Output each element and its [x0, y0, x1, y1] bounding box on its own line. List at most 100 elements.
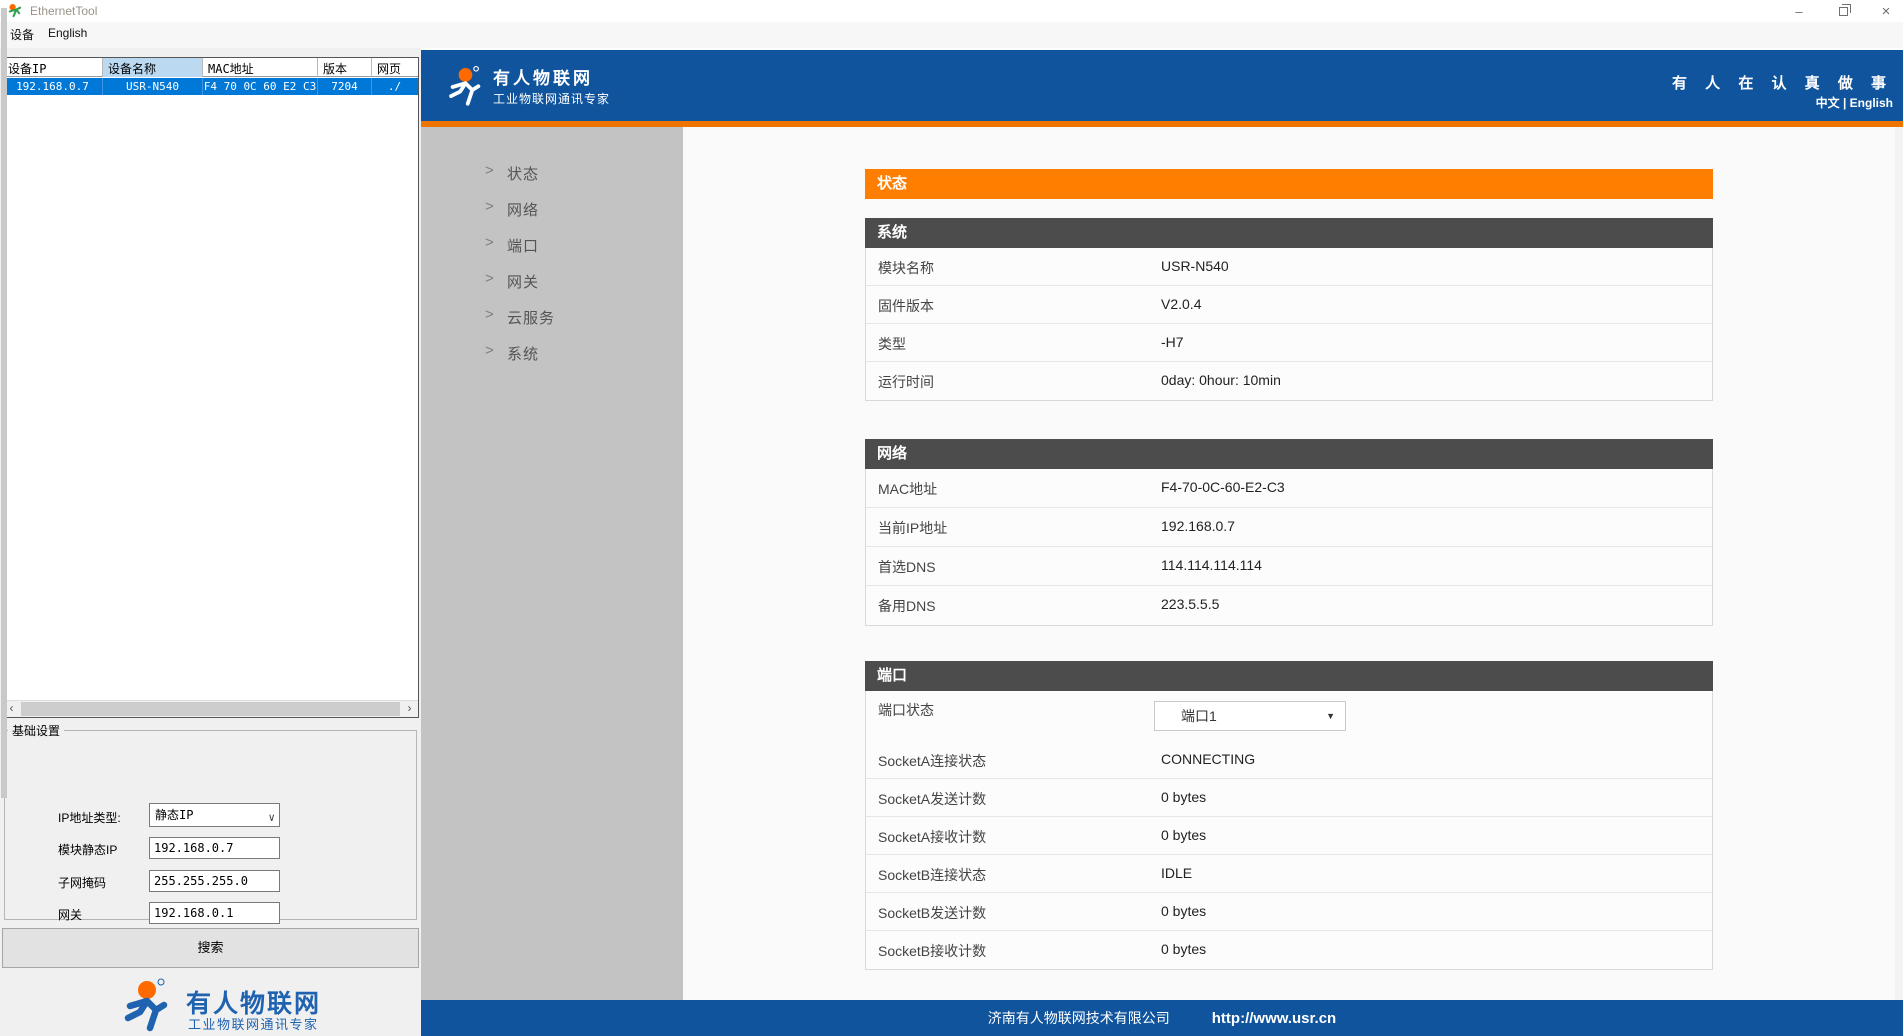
- ethernet-tool-window: EthernetTool – × 设备 English 设备IP 设备名称 MA…: [0, 0, 1903, 1036]
- row-label: SocketB发送计数: [878, 903, 986, 923]
- search-button[interactable]: 搜索: [2, 928, 419, 968]
- sidebar-item-cloud[interactable]: > 云服务: [421, 302, 683, 332]
- sidebar-item-label: 网关: [507, 271, 539, 292]
- menu-item-device[interactable]: 设备: [10, 26, 34, 43]
- gateway-input[interactable]: [149, 902, 280, 924]
- restore-button[interactable]: [1826, 0, 1860, 22]
- table-row: 类型 -H7: [866, 324, 1712, 362]
- sidebar-item-gateway[interactable]: > 网关: [421, 266, 683, 296]
- web-brand-tagline: 工业物联网通讯专家: [493, 90, 610, 107]
- column-header-mac[interactable]: MAC地址: [203, 58, 318, 77]
- row-label: 备用DNS: [878, 596, 936, 616]
- table-row: MAC地址 F4-70-0C-60-E2-C3: [866, 469, 1712, 508]
- port-select[interactable]: 端口1 ▼: [1154, 701, 1346, 731]
- title-bar: EthernetTool – ×: [0, 0, 1903, 22]
- sidebar-item-label: 状态: [507, 163, 539, 184]
- table-row: SocketA接收计数 0 bytes: [866, 817, 1712, 855]
- row-label: 模块名称: [878, 258, 934, 278]
- row-value: 223.5.5.5: [1161, 596, 1219, 612]
- vertical-scrollbar[interactable]: [1895, 127, 1903, 1000]
- chevron-right-icon: >: [485, 306, 494, 323]
- web-brand-name: 有人物联网: [493, 64, 593, 89]
- section-header-port: 端口: [865, 661, 1713, 691]
- row-value: 0 bytes: [1161, 789, 1206, 805]
- table-row: SocketB发送计数 0 bytes: [866, 893, 1712, 931]
- row-value: -H7: [1161, 334, 1184, 350]
- scroll-right-arrow-icon[interactable]: ›: [401, 701, 418, 717]
- row-value: 114.114.114.114: [1161, 557, 1262, 573]
- row-label: 固件版本: [878, 296, 934, 316]
- restore-icon: [1839, 7, 1848, 16]
- ip-type-label: IP地址类型:: [58, 809, 121, 826]
- table-row: 运行时间 0day: 0hour: 10min: [866, 362, 1712, 400]
- row-value: 0 bytes: [1161, 903, 1206, 919]
- row-label: 首选DNS: [878, 557, 936, 577]
- web-footer: 济南有人物联网技术有限公司 http://www.usr.cn: [421, 1000, 1903, 1036]
- column-header-device-name[interactable]: 设备名称: [103, 58, 203, 77]
- row-value: 0 bytes: [1161, 941, 1206, 957]
- menu-bar: [0, 22, 1903, 48]
- table-row: SocketB连接状态 IDLE: [866, 855, 1712, 893]
- sidebar-item-network[interactable]: > 网络: [421, 194, 683, 224]
- sidebar-item-label: 端口: [507, 235, 539, 256]
- footer-url-link[interactable]: http://www.usr.cn: [1212, 1010, 1336, 1027]
- section-table-system: 模块名称 USR-N540 固件版本 V2.0.4 类型 -H7 运行时间 0d…: [865, 248, 1713, 401]
- table-row: SocketA发送计数 0 bytes: [866, 779, 1712, 817]
- horizontal-scrollbar[interactable]: ‹ ›: [3, 700, 418, 717]
- chevron-right-icon: >: [485, 342, 494, 359]
- web-header: 有人物联网 工业物联网通讯专家 有 人 在 认 真 做 事 中文 | Engli…: [421, 50, 1903, 121]
- row-label: MAC地址: [878, 479, 937, 499]
- device-mac-cell: F4 70 0C 60 E2 C3: [203, 78, 318, 95]
- device-webpage-link[interactable]: ./: [372, 78, 417, 95]
- static-ip-input[interactable]: [149, 837, 280, 859]
- scrollbar-thumb[interactable]: [21, 702, 400, 716]
- section-header-system: 系统: [865, 218, 1713, 248]
- device-row-selected[interactable]: 192.168.0.7 USR-N540 F4 70 0C 60 E2 C3 7…: [3, 78, 418, 95]
- row-value: CONNECTING: [1161, 751, 1255, 767]
- device-list-header: 设备IP 设备名称 MAC地址 版本 网页: [3, 58, 418, 77]
- basic-settings-group: 基础设置 IP地址类型: 静态IP ∨ 模块静态IP 子网掩码 网关 设置: [4, 730, 417, 920]
- section-table-network: MAC地址 F4-70-0C-60-E2-C3 当前IP地址 192.168.0…: [865, 469, 1713, 626]
- port-select-value: 端口1: [1181, 708, 1217, 724]
- table-row: 备用DNS 223.5.5.5: [866, 586, 1712, 625]
- device-list: 设备IP 设备名称 MAC地址 版本 网页 192.168.0.7 USR-N5…: [2, 57, 419, 718]
- row-label: SocketA接收计数: [878, 827, 986, 847]
- combo-arrow-icon: ∨: [268, 807, 275, 829]
- page-title-banner: 状态: [865, 169, 1713, 199]
- chevron-right-icon: >: [485, 234, 494, 251]
- sidebar-item-status[interactable]: > 状态: [421, 158, 683, 188]
- port-status-row: 端口状态 端口1 ▼: [865, 691, 1713, 742]
- sidebar-item-label: 网络: [507, 199, 539, 220]
- device-name-cell: USR-N540: [103, 78, 203, 95]
- usr-logo: 有人物联网 工业物联网通讯专家: [120, 978, 410, 1034]
- web-sidebar: > 状态 > 网络 > 端口 > 网关 > 云服务 > 系统: [421, 127, 683, 1000]
- column-header-version[interactable]: 版本: [318, 58, 372, 77]
- basic-settings-title: 基础设置: [8, 722, 64, 739]
- row-label: SocketB接收计数: [878, 941, 986, 961]
- column-header-device-ip[interactable]: 设备IP: [3, 58, 103, 77]
- subnet-mask-input[interactable]: [149, 870, 280, 892]
- close-button[interactable]: ×: [1869, 0, 1903, 22]
- chevron-right-icon: >: [485, 198, 494, 215]
- minimize-button[interactable]: –: [1782, 0, 1816, 22]
- device-version-cell: 7204: [318, 78, 372, 95]
- ip-type-select[interactable]: 静态IP ∨: [149, 803, 280, 827]
- app-icon: [7, 3, 22, 18]
- sidebar-item-port[interactable]: > 端口: [421, 230, 683, 260]
- column-header-webpage[interactable]: 网页: [372, 58, 417, 77]
- web-content: 状态 系统 模块名称 USR-N540 固件版本 V2.0.4 类型 -H7 运…: [683, 127, 1895, 1000]
- table-row: 模块名称 USR-N540: [866, 248, 1712, 286]
- device-ip-cell: 192.168.0.7: [3, 78, 103, 95]
- row-value: 0 bytes: [1161, 827, 1206, 843]
- table-row: 当前IP地址 192.168.0.7: [866, 508, 1712, 547]
- footer-company: 济南有人物联网技术有限公司: [988, 1008, 1170, 1028]
- menu-item-english[interactable]: English: [48, 26, 87, 40]
- subnet-mask-label: 子网掩码: [58, 874, 106, 891]
- sidebar-item-system[interactable]: > 系统: [421, 338, 683, 368]
- vertical-scrollbar-thumb[interactable]: [1, 8, 7, 798]
- usr-logo-icon: [120, 978, 178, 1034]
- table-row: 端口状态 端口1 ▼: [866, 691, 1712, 741]
- chevron-right-icon: >: [485, 162, 494, 179]
- language-switch[interactable]: 中文 | English: [1816, 94, 1893, 111]
- row-value: USR-N540: [1161, 258, 1229, 274]
